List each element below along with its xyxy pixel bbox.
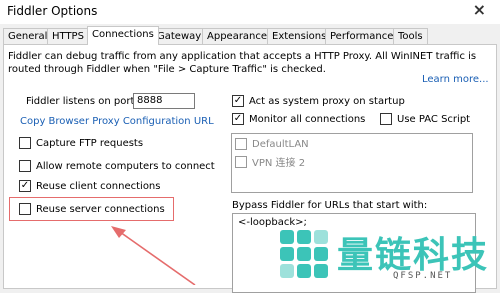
title-bar: Fiddler Options × xyxy=(0,0,500,24)
connection-item-defaultlan[interactable]: DefaultLAN xyxy=(235,138,309,150)
copy-proxy-config-link[interactable]: Copy Browser Proxy Configuration URL xyxy=(20,116,214,127)
capture-ftp-label: Capture FTP requests xyxy=(36,137,144,149)
monitor-all-label: Monitor all connections xyxy=(249,113,366,125)
tab-general[interactable]: General xyxy=(3,28,53,44)
tab-gateway[interactable]: Gateway xyxy=(152,28,207,44)
reuse-client-checkbox[interactable]: ✓ Reuse client connections xyxy=(19,180,160,192)
checkbox-box xyxy=(380,113,392,125)
bypass-label: Bypass Fiddler for URLs that start with: xyxy=(232,200,428,211)
close-icon[interactable]: × xyxy=(473,1,486,19)
reuse-client-label: Reuse client connections xyxy=(36,180,161,192)
act-as-system-proxy-label: Act as system proxy on startup xyxy=(249,95,405,107)
annotation-highlight-box xyxy=(9,197,174,221)
checkbox-box xyxy=(235,138,247,150)
capture-ftp-checkbox[interactable]: Capture FTP requests xyxy=(19,137,143,149)
use-pac-checkbox[interactable]: Use PAC Script xyxy=(380,113,470,125)
tab-performance[interactable]: Performance xyxy=(325,28,399,44)
tab-https[interactable]: HTTPS xyxy=(47,28,89,44)
use-pac-label: Use PAC Script xyxy=(397,113,471,125)
checkbox-box xyxy=(19,160,31,172)
connection-label: DefaultLAN xyxy=(252,138,309,150)
window-title: Fiddler Options xyxy=(7,4,98,18)
port-label: Fiddler listens on port: xyxy=(26,96,138,107)
tab-appearance[interactable]: Appearance xyxy=(202,28,273,44)
check-icon: ✓ xyxy=(19,180,31,192)
allow-remote-label: Allow remote computers to connect xyxy=(36,160,215,172)
tab-extensions[interactable]: Extensions xyxy=(267,28,332,44)
act-as-system-proxy-checkbox[interactable]: ✓ Act as system proxy on startup xyxy=(232,95,405,107)
check-icon: ✓ xyxy=(232,95,244,107)
checkbox-box xyxy=(235,155,247,168)
watermark: 量链科技 QFSP.NET xyxy=(275,222,500,285)
allow-remote-checkbox[interactable]: Allow remote computers to connect xyxy=(19,160,215,172)
connection-item-vpn[interactable]: VPN 连接 2 xyxy=(235,154,305,169)
monitor-all-checkbox[interactable]: ✓ Monitor all connections xyxy=(232,113,365,125)
connection-list[interactable]: DefaultLAN VPN 连接 2 xyxy=(231,133,473,193)
tab-connections[interactable]: Connections xyxy=(87,26,159,45)
connection-label: VPN 连接 2 xyxy=(252,158,306,169)
connections-description: Fiddler can debug traffic from any appli… xyxy=(8,51,477,75)
learn-more-link[interactable]: Learn more... xyxy=(422,74,489,85)
check-icon: ✓ xyxy=(232,113,244,125)
watermark-site: QFSP.NET xyxy=(393,271,453,281)
checkbox-box xyxy=(19,137,31,149)
tab-strip: General HTTPS Connections Gateway Appear… xyxy=(3,26,497,45)
tab-tools[interactable]: Tools xyxy=(393,28,428,44)
port-input[interactable]: 8888 xyxy=(133,93,195,109)
watermark-logo-icon xyxy=(280,230,328,278)
